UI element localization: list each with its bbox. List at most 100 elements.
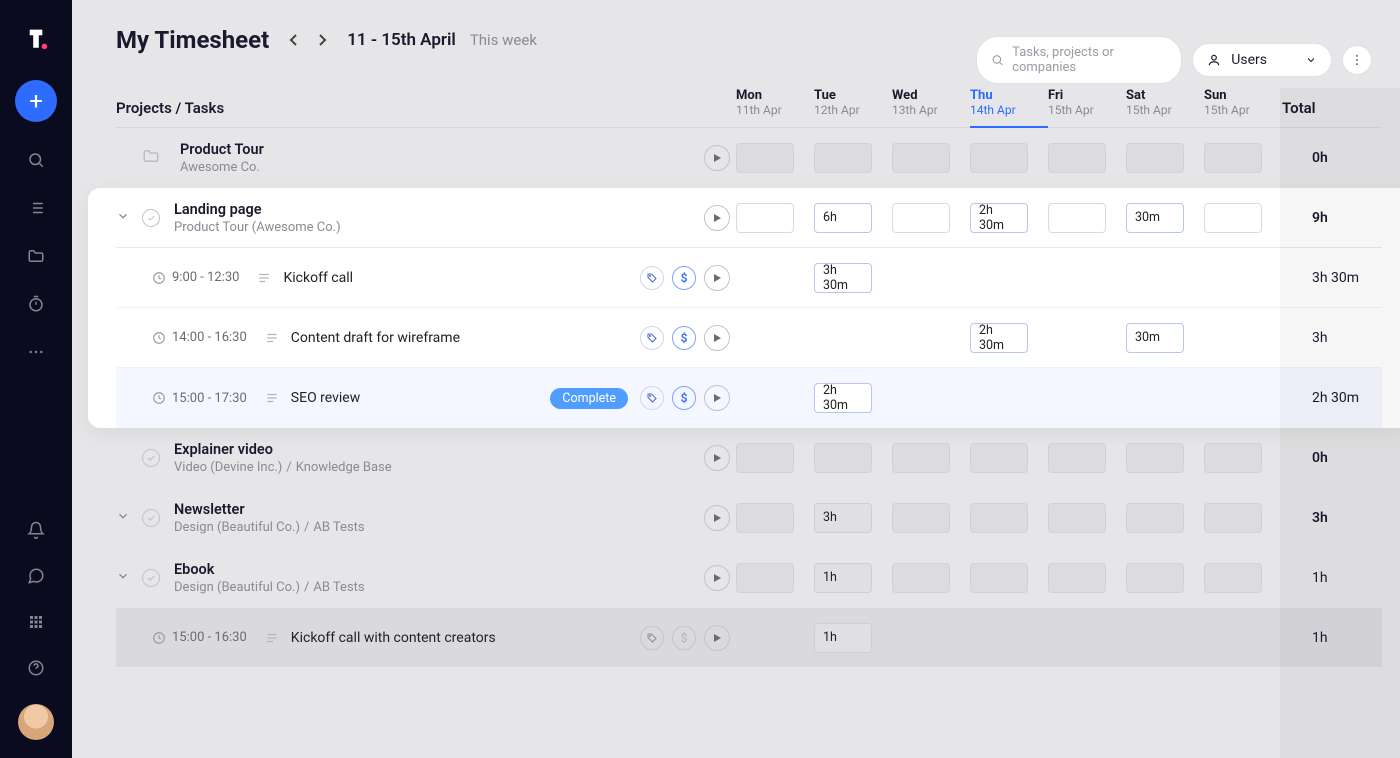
play-button[interactable] <box>704 205 730 231</box>
day-header-sat[interactable]: Sat15th Apr <box>1126 88 1204 117</box>
clock-icon <box>152 391 166 405</box>
avatar[interactable] <box>18 704 54 740</box>
highlight-block: Landing page Product Tour (Awesome Co.) … <box>88 188 1400 428</box>
time-cell[interactable] <box>1048 203 1106 233</box>
time-cell[interactable]: 3h <box>814 503 872 533</box>
billable-button[interactable]: $ <box>672 626 696 650</box>
time-cell[interactable] <box>1048 443 1106 473</box>
status-circle[interactable] <box>142 509 160 527</box>
play-button[interactable] <box>704 145 730 171</box>
dots-icon <box>1350 53 1364 67</box>
time-cell[interactable] <box>1048 503 1106 533</box>
day-header-mon[interactable]: Mon11th Apr <box>736 88 814 117</box>
time-cell[interactable] <box>892 143 950 173</box>
row-product-tour: Product Tour Awesome Co. 0h <box>116 128 1382 188</box>
chat-icon[interactable] <box>26 566 46 586</box>
row-newsletter: Newsletter Design (Beautiful Co.)/AB Tes… <box>116 488 1382 548</box>
time-cell[interactable] <box>892 443 950 473</box>
table-header: Projects / Tasks Mon11th AprTue12th AprW… <box>116 88 1382 128</box>
time-cell[interactable] <box>1048 563 1106 593</box>
time-cell[interactable] <box>1204 443 1262 473</box>
day-header-thu[interactable]: Thu14th Apr <box>970 88 1048 128</box>
next-week-button[interactable] <box>311 29 333 51</box>
task-subtitle: Product Tour (Awesome Co.) <box>174 220 341 235</box>
subtask-name: Kickoff call <box>283 270 353 286</box>
time-cell[interactable]: 2h 30m <box>970 323 1028 353</box>
search-input[interactable]: Tasks, projects or companies <box>976 36 1182 84</box>
main-content: My Timesheet 11 - 15th April This week T… <box>72 0 1400 758</box>
time-cell[interactable]: 1h <box>814 623 872 653</box>
time-cell[interactable] <box>1126 443 1184 473</box>
more-button[interactable] <box>1342 45 1372 75</box>
help-icon[interactable] <box>26 658 46 678</box>
time-cell[interactable] <box>736 203 794 233</box>
status-circle[interactable] <box>142 569 160 587</box>
time-cell[interactable] <box>1204 203 1262 233</box>
time-cell[interactable] <box>1126 143 1184 173</box>
tag-button[interactable] <box>640 386 664 410</box>
time-cell[interactable] <box>970 563 1028 593</box>
play-button[interactable] <box>704 505 730 531</box>
time-cell[interactable] <box>1204 563 1262 593</box>
time-cell[interactable]: 6h <box>814 203 872 233</box>
folder-nav-icon[interactable] <box>26 246 46 266</box>
time-cell[interactable] <box>1048 143 1106 173</box>
time-cell[interactable] <box>892 503 950 533</box>
time-cell[interactable] <box>1204 143 1262 173</box>
time-cell[interactable] <box>736 563 794 593</box>
billable-button[interactable]: $ <box>672 326 696 350</box>
time-cell[interactable]: 3h 30m <box>814 263 872 293</box>
play-button[interactable] <box>704 325 730 351</box>
play-button[interactable] <box>704 445 730 471</box>
tag-button[interactable] <box>640 326 664 350</box>
time-cell[interactable]: 30m <box>1126 323 1184 353</box>
time-cell[interactable] <box>814 443 872 473</box>
row-total: 9h <box>1312 210 1382 226</box>
chevron-down-icon[interactable] <box>116 569 136 587</box>
task-title: Ebook <box>174 561 365 578</box>
search-nav-icon[interactable] <box>26 150 46 170</box>
chevron-down-icon[interactable] <box>116 209 136 227</box>
time-cell[interactable] <box>970 503 1028 533</box>
time-cell[interactable] <box>970 143 1028 173</box>
time-cell[interactable] <box>970 443 1028 473</box>
time-cell[interactable] <box>1126 563 1184 593</box>
play-button[interactable] <box>704 385 730 411</box>
day-header-fri[interactable]: Fri15th Apr <box>1048 88 1126 117</box>
apps-icon[interactable] <box>26 612 46 632</box>
time-cell[interactable]: 2h 30m <box>814 383 872 413</box>
day-header-wed[interactable]: Wed13th Apr <box>892 88 970 117</box>
prev-week-button[interactable] <box>283 29 305 51</box>
time-cell[interactable] <box>892 563 950 593</box>
day-header-tue[interactable]: Tue12th Apr <box>814 88 892 117</box>
list-nav-icon[interactable] <box>26 198 46 218</box>
status-circle[interactable] <box>142 449 160 467</box>
users-select[interactable]: Users <box>1192 43 1332 77</box>
status-circle[interactable] <box>142 209 160 227</box>
play-button[interactable] <box>704 625 730 651</box>
time-cell[interactable]: 1h <box>814 563 872 593</box>
tag-button[interactable] <box>640 266 664 290</box>
time-cell[interactable]: 30m <box>1126 203 1184 233</box>
billable-button[interactable]: $ <box>672 266 696 290</box>
time-cell[interactable] <box>892 203 950 233</box>
row-total: 2h 30m <box>1312 390 1382 406</box>
billable-button[interactable]: $ <box>672 386 696 410</box>
time-cell[interactable]: 2h 30m <box>970 203 1028 233</box>
time-cell[interactable] <box>1204 503 1262 533</box>
day-header-sun[interactable]: Sun15th Apr <box>1204 88 1282 117</box>
chevron-down-icon[interactable] <box>116 509 136 527</box>
time-cell[interactable] <box>1126 503 1184 533</box>
more-nav-icon[interactable] <box>26 342 46 362</box>
tag-button[interactable] <box>640 626 664 650</box>
chevron-down-icon <box>1305 54 1317 66</box>
time-cell[interactable] <box>736 143 794 173</box>
time-cell[interactable] <box>736 503 794 533</box>
bell-icon[interactable] <box>26 520 46 540</box>
time-cell[interactable] <box>736 443 794 473</box>
timer-nav-icon[interactable] <box>26 294 46 314</box>
play-button[interactable] <box>704 265 730 291</box>
add-button[interactable]: + <box>15 80 57 122</box>
time-cell[interactable] <box>814 143 872 173</box>
play-button[interactable] <box>704 565 730 591</box>
